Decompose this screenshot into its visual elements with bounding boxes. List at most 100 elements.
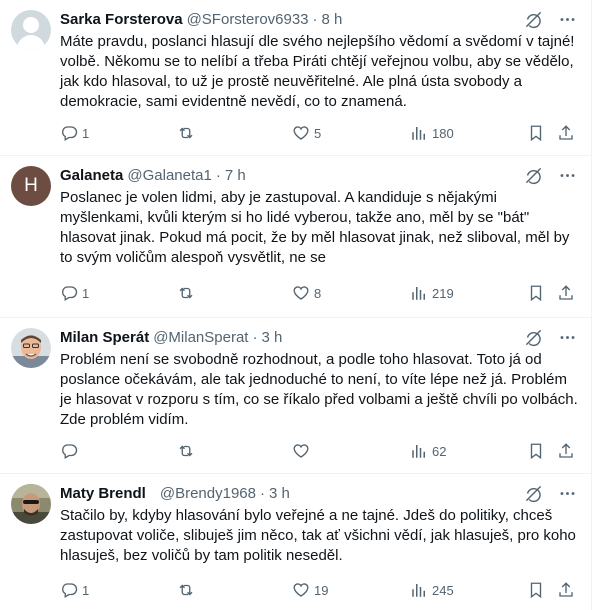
share-icon (557, 284, 575, 302)
bookmark-icon (527, 124, 545, 142)
reply-icon (60, 124, 78, 142)
timeline-feed: Sarka Forsterova @SForsterov6933 · 8 h M… (0, 0, 592, 610)
share-button[interactable] (557, 283, 575, 303)
bookmark-button[interactable] (527, 123, 545, 143)
more-icon[interactable] (556, 8, 578, 30)
tweet-actions: 62 (60, 441, 580, 461)
user-name[interactable]: Sarka Forsterova (60, 11, 183, 28)
tweet-text: Máte pravdu, poslanci hlasují dle svého … (60, 33, 575, 110)
tweet[interactable]: Milan Sperát @MilanSperat · 3 h Problém … (0, 318, 592, 474)
tweet-header: Galaneta @Galaneta1 · 7 h (60, 165, 502, 185)
tweet[interactable]: Sarka Forsterova @SForsterov6933 · 8 h M… (0, 0, 592, 156)
tweet-text: Poslanec je volen lidmi, aby je zastupov… (60, 189, 570, 266)
views-icon (410, 442, 428, 460)
grok-icon[interactable] (522, 482, 544, 504)
like-count: 19 (314, 582, 329, 598)
tweet-text: Problém není se svobodně rozhodnout, a p… (60, 351, 578, 428)
timestamp[interactable]: 3 h (261, 329, 282, 346)
bookmark-button[interactable] (527, 283, 545, 303)
share-icon (557, 442, 575, 460)
repost-icon (176, 284, 196, 302)
more-icon[interactable] (556, 482, 578, 504)
user-name[interactable]: Maty Brendl (60, 485, 146, 502)
repost-icon (176, 124, 196, 142)
tweet-top-actions (522, 482, 578, 504)
repost-icon (176, 442, 196, 460)
tweet-header: Maty Brendl @Brendy1968 · 3 h (60, 483, 502, 503)
views-button[interactable]: 62 (410, 441, 446, 461)
tweet-header: Milan Sperát @MilanSperat · 3 h (60, 327, 502, 347)
view-count: 219 (432, 285, 454, 301)
like-button[interactable]: 19 (292, 580, 328, 600)
bookmark-icon (527, 284, 545, 302)
like-count: 8 (314, 285, 322, 301)
user-name[interactable]: Galaneta (60, 167, 123, 184)
timestamp[interactable]: 7 h (225, 167, 246, 184)
views-icon (410, 581, 428, 599)
avatar[interactable] (11, 10, 51, 50)
bookmark-button[interactable] (527, 441, 545, 461)
separator: · (259, 484, 265, 502)
share-button[interactable] (557, 580, 575, 600)
timestamp[interactable]: 3 h (269, 485, 290, 502)
reply-button[interactable] (60, 441, 82, 461)
reply-button[interactable]: 1 (60, 283, 89, 303)
avatar[interactable] (11, 484, 51, 524)
tweet-actions: 1 19 245 (60, 580, 580, 600)
like-icon (292, 124, 310, 142)
repost-button[interactable] (176, 283, 200, 303)
reply-icon (60, 284, 78, 302)
avatar[interactable]: H (11, 166, 51, 206)
grok-icon[interactable] (522, 326, 544, 348)
reply-count: 1 (82, 125, 90, 141)
user-handle[interactable]: @MilanSperat (153, 329, 248, 346)
timestamp[interactable]: 8 h (322, 11, 343, 28)
tweet-header: Sarka Forsterova @SForsterov6933 · 8 h (60, 9, 502, 29)
like-button[interactable]: 8 (292, 283, 321, 303)
separator: · (312, 10, 318, 28)
views-button[interactable]: 219 (410, 283, 454, 303)
user-handle[interactable]: @Brendy1968 (160, 485, 256, 502)
repost-button[interactable] (176, 580, 200, 600)
tweet[interactable]: H Galaneta @Galaneta1 · 7 h Poslanec je … (0, 156, 592, 318)
repost-icon (176, 581, 196, 599)
grok-icon[interactable] (522, 8, 544, 30)
like-count: 5 (314, 125, 322, 141)
reply-count: 1 (82, 582, 90, 598)
tweet-top-actions (522, 8, 578, 30)
reply-count: 1 (82, 285, 90, 301)
more-icon[interactable] (556, 326, 578, 348)
avatar[interactable] (11, 328, 51, 368)
separator: · (215, 166, 221, 184)
reply-button[interactable]: 1 (60, 123, 89, 143)
bookmark-icon (527, 442, 545, 460)
tweet[interactable]: Maty Brendl @Brendy1968 · 3 h Stačilo by… (0, 474, 592, 610)
like-icon (292, 581, 310, 599)
tweet-text: Stačilo by, kdyby hlasování bylo veřejné… (60, 507, 576, 564)
grok-icon[interactable] (522, 164, 544, 186)
reply-button[interactable]: 1 (60, 580, 89, 600)
repost-button[interactable] (176, 441, 200, 461)
separator: · (252, 328, 258, 346)
repost-button[interactable] (176, 123, 200, 143)
view-count: 180 (432, 125, 454, 141)
view-count: 62 (432, 443, 447, 459)
tweet-top-actions (522, 164, 578, 186)
like-icon (292, 442, 310, 460)
avatar-letter: H (24, 175, 38, 196)
like-button[interactable]: 5 (292, 123, 321, 143)
tweet-top-actions (522, 326, 578, 348)
share-button[interactable] (557, 123, 575, 143)
views-button[interactable]: 245 (410, 580, 454, 600)
like-icon (292, 284, 310, 302)
views-button[interactable]: 180 (410, 123, 454, 143)
share-button[interactable] (557, 441, 575, 461)
bookmark-icon (527, 581, 545, 599)
view-count: 245 (432, 582, 454, 598)
user-name[interactable]: Milan Sperát (60, 329, 149, 346)
user-handle[interactable]: @SForsterov6933 (187, 11, 309, 28)
bookmark-button[interactable] (527, 580, 545, 600)
more-icon[interactable] (556, 164, 578, 186)
user-handle[interactable]: @Galaneta1 (127, 167, 211, 184)
like-button[interactable] (292, 441, 314, 461)
